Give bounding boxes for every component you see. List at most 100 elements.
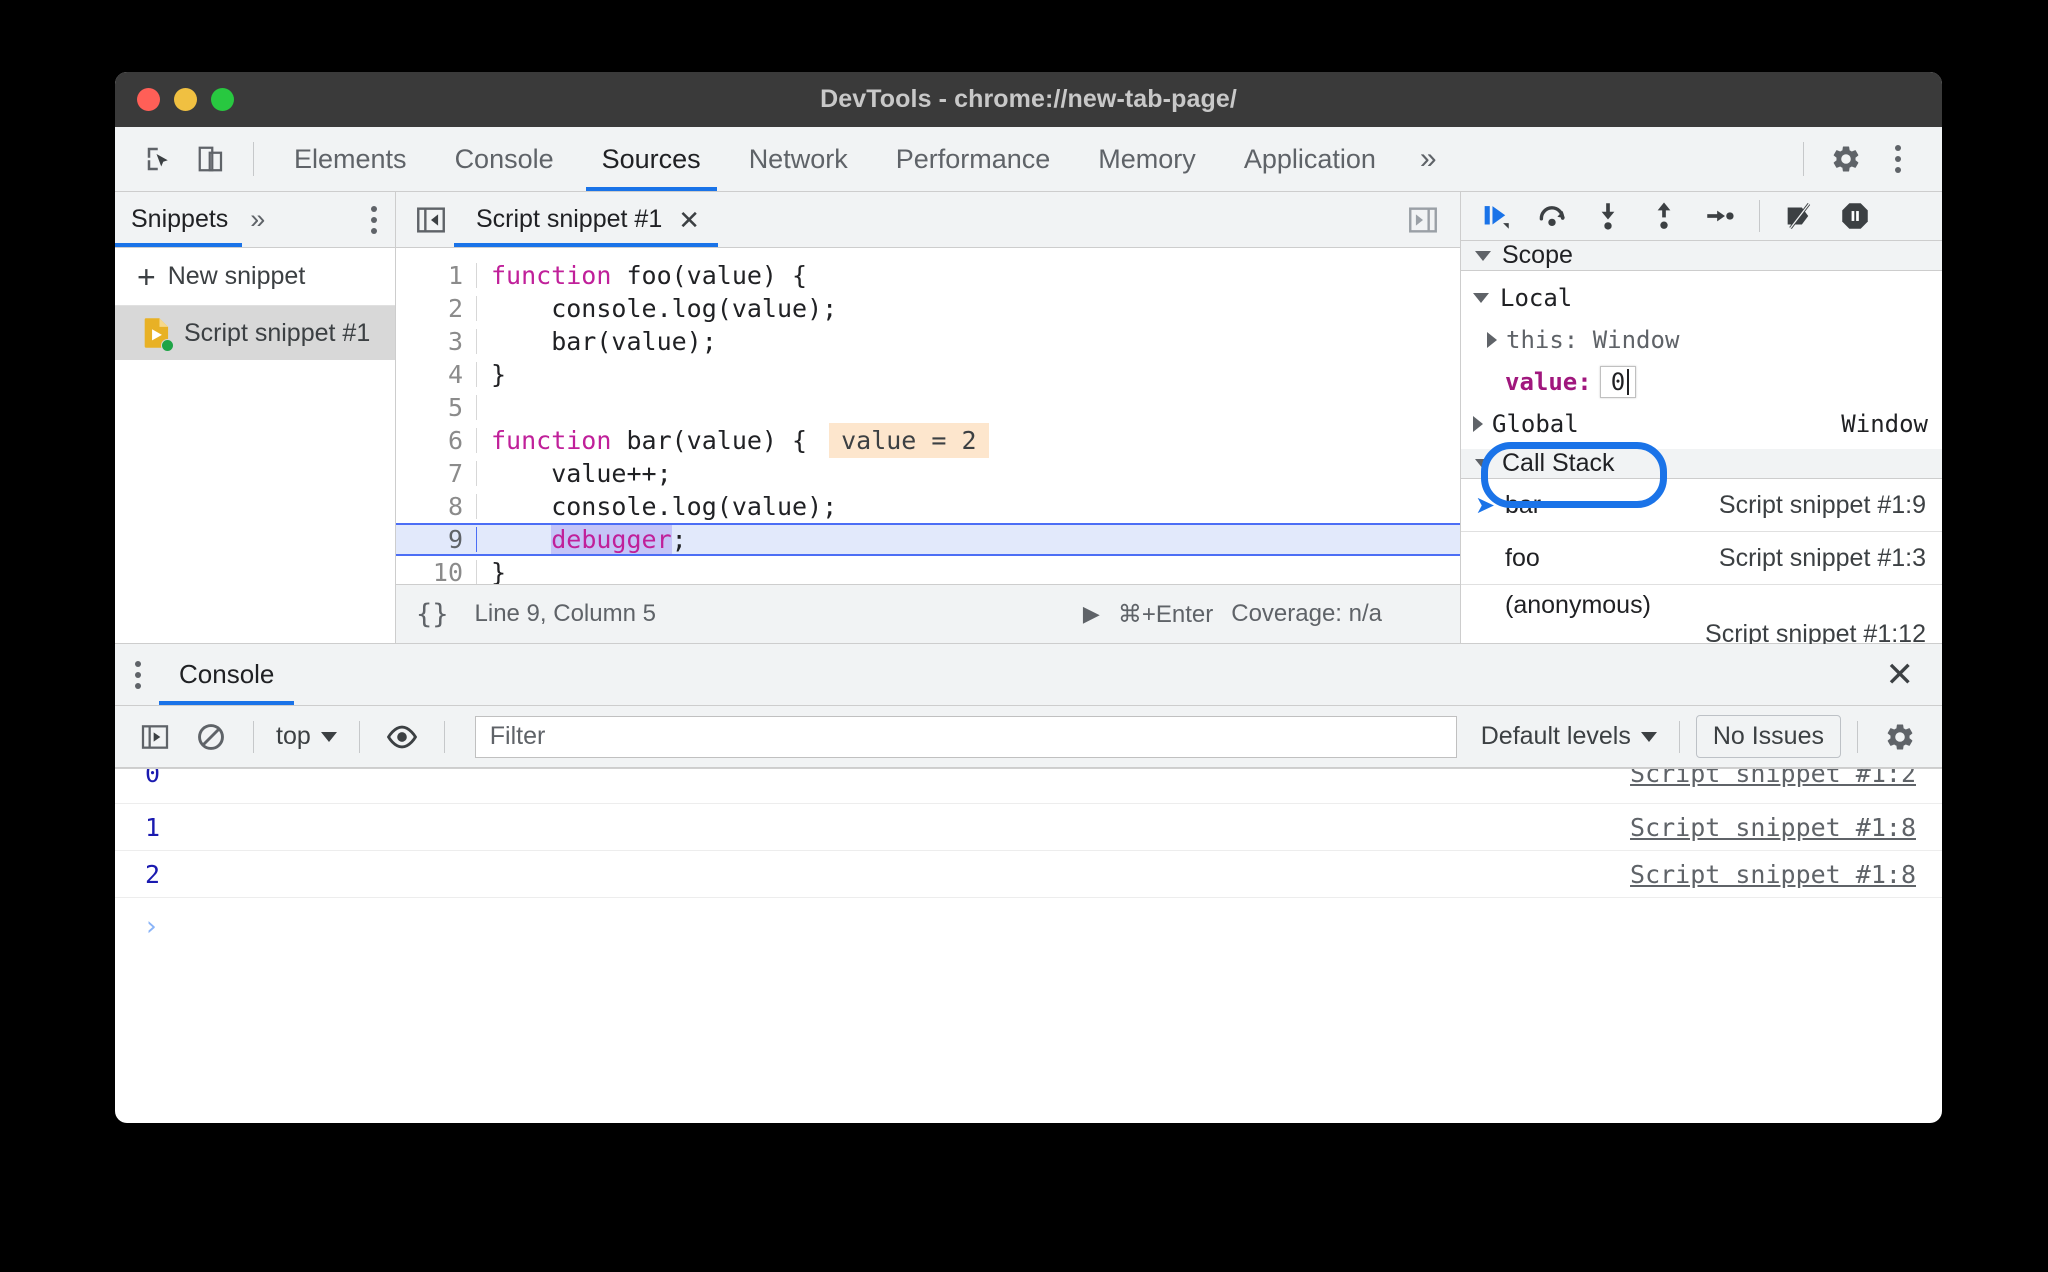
console-prompt[interactable]: › [115, 898, 1942, 954]
editor-status-right: ▶ ⌘+Enter Coverage: n/a [1083, 600, 1440, 629]
coverage-label: Coverage: n/a [1231, 600, 1382, 627]
tab-label: Sources [601, 143, 701, 174]
line-number: 1 [396, 263, 477, 288]
window-title: DevTools - chrome://new-tab-page/ [820, 85, 1237, 113]
tab-application[interactable]: Application [1220, 127, 1400, 191]
tab-elements[interactable]: Elements [270, 127, 431, 191]
call-stack-frame-bar[interactable]: ➤ bar Script snippet #1:9 [1461, 479, 1942, 532]
chevron-right-icon[interactable] [1473, 416, 1483, 432]
console-message[interactable]: 2 Script snippet #1:8 [115, 851, 1942, 898]
console-levels-selector[interactable]: Default levels [1475, 722, 1663, 751]
code-editor[interactable]: 1 function foo(value) { 2 console.log(val… [396, 248, 1460, 584]
tab-memory[interactable]: Memory [1074, 127, 1220, 191]
console-source-link[interactable]: Script snippet #1:2 [1630, 769, 1916, 788]
issues-button[interactable]: No Issues [1695, 715, 1841, 758]
tab-label: Network [748, 143, 848, 174]
drawer-menu-icon[interactable] [115, 660, 159, 689]
line-content: console.log(value); [491, 492, 838, 521]
editor-status-bar: {} Line 9, Column 5 ▶ ⌘+Enter Coverage: … [396, 584, 1460, 643]
drawer-tab-console[interactable]: Console [159, 644, 295, 705]
tab-console[interactable]: Console [431, 127, 578, 191]
step-into-next-function-call-icon[interactable] [1583, 192, 1633, 240]
code-line[interactable]: 6 function bar(value) {value = 2 [396, 423, 1460, 458]
scope-global-label: Global [1492, 410, 1579, 438]
code-line[interactable]: 10} [396, 556, 1460, 584]
show-navigator-icon[interactable] [408, 197, 454, 243]
kebab-dots [1895, 145, 1901, 173]
tab-label: Application [1243, 143, 1376, 174]
console-message[interactable]: 1 Script snippet #1:8 [115, 804, 1942, 851]
chevron-right-icon[interactable] [1487, 332, 1497, 348]
code-line[interactable]: 4} [396, 358, 1460, 391]
scope-value-row[interactable]: value: 0 [1461, 361, 1942, 403]
code-line[interactable]: 3 bar(value); [396, 325, 1460, 358]
tab-network[interactable]: Network [725, 127, 872, 191]
scope-local-group[interactable]: Local [1461, 277, 1942, 319]
console-messages: 0 Script snippet #1:2 1 Script snippet #… [115, 768, 1942, 959]
gear-icon[interactable] [1820, 133, 1872, 185]
code-line[interactable]: 7 value++; [396, 457, 1460, 490]
close-icon[interactable]: ✕ [1886, 658, 1943, 692]
tab-performance[interactable]: Performance [872, 127, 1075, 191]
console-context-selector[interactable]: top [270, 722, 343, 751]
code-line[interactable]: 5 [396, 391, 1460, 424]
show-debugger-icon[interactable] [1400, 197, 1446, 243]
frame-name: foo [1505, 543, 1540, 572]
inspect-element-icon[interactable] [133, 133, 185, 185]
console-sidebar-icon[interactable] [129, 713, 181, 761]
frame-location: Script snippet #1:9 [1718, 490, 1926, 519]
live-expression-icon[interactable] [376, 713, 428, 761]
kebab-menu-icon[interactable] [1872, 133, 1924, 185]
sources-panel: Snippets » + New snippet Script snippet … [115, 192, 1942, 656]
code-line[interactable]: 2 console.log(value); [396, 292, 1460, 325]
line-content: } [491, 558, 507, 584]
editor-tab-label: Script snippet #1 [476, 205, 663, 233]
step-icon[interactable] [1695, 192, 1745, 240]
scope-this-row[interactable]: this: Window [1461, 319, 1942, 361]
scope-global-group[interactable]: Global Window [1461, 403, 1942, 445]
console-source-link[interactable]: Script snippet #1:8 [1630, 860, 1916, 889]
scope-property-name: value [1505, 368, 1578, 396]
code-line[interactable]: 1 function foo(value) { [396, 259, 1460, 292]
snippet-file-icon [143, 317, 174, 352]
line-number: 7 [396, 461, 477, 486]
chevron-down-icon [1640, 731, 1657, 742]
pretty-print-icon[interactable]: {} [416, 599, 449, 630]
line-content: console.log(value); [491, 294, 838, 323]
console-settings-icon[interactable] [1874, 713, 1926, 761]
close-icon[interactable]: ✕ [678, 207, 700, 233]
step-out-of-current-function-icon[interactable] [1639, 192, 1689, 240]
run-shortcut-label: ⌘+Enter [1117, 600, 1214, 628]
line-number: 3 [396, 329, 477, 354]
resume-script-execution-icon[interactable] [1471, 192, 1521, 240]
clear-console-icon[interactable] [185, 713, 237, 761]
navigator-menu-icon[interactable] [353, 205, 395, 234]
scope-value-editor[interactable]: 0 [1599, 366, 1637, 398]
console-toolbar-divider-2 [358, 720, 360, 753]
line-number: 8 [396, 494, 477, 519]
console-drawer: Console ✕ top Filter Default levels No I… [115, 644, 1942, 959]
code-line[interactable]: 8 console.log(value); [396, 490, 1460, 523]
console-source-link[interactable]: Script snippet #1:8 [1630, 813, 1916, 842]
step-over-next-function-call-icon[interactable] [1527, 192, 1577, 240]
more-tabs-icon[interactable]: » [1400, 127, 1457, 191]
console-value: 0 [145, 768, 161, 788]
call-stack-frame-foo[interactable]: foo Script snippet #1:3 [1461, 532, 1942, 585]
new-snippet-button[interactable]: + New snippet [115, 248, 395, 306]
navigator-tab-snippets[interactable]: Snippets [115, 192, 243, 247]
deactivate-breakpoints-icon[interactable] [1774, 192, 1824, 240]
list-item-script-snippet-1[interactable]: Script snippet #1 [115, 306, 395, 360]
call-stack-section-header[interactable]: Call Stack [1461, 449, 1942, 479]
code-line-current-execution[interactable]: 9 debugger; [396, 523, 1460, 556]
device-toolbar-icon[interactable] [185, 133, 237, 185]
filter-input[interactable] [474, 715, 1457, 758]
chevron-down-icon [1475, 250, 1491, 261]
pause-on-exceptions-icon[interactable] [1830, 192, 1880, 240]
tab-sources[interactable]: Sources [578, 127, 725, 191]
run-snippet-icon[interactable]: ▶ [1083, 601, 1100, 627]
console-message[interactable]: 0 Script snippet #1:2 [115, 768, 1942, 804]
editor-tab-script-snippet-1[interactable]: Script snippet #1 ✕ [454, 192, 719, 247]
navigator-more-icon[interactable]: » [242, 204, 273, 235]
tab-label: Elements [294, 143, 407, 174]
scope-section-header[interactable]: Scope [1461, 241, 1942, 271]
